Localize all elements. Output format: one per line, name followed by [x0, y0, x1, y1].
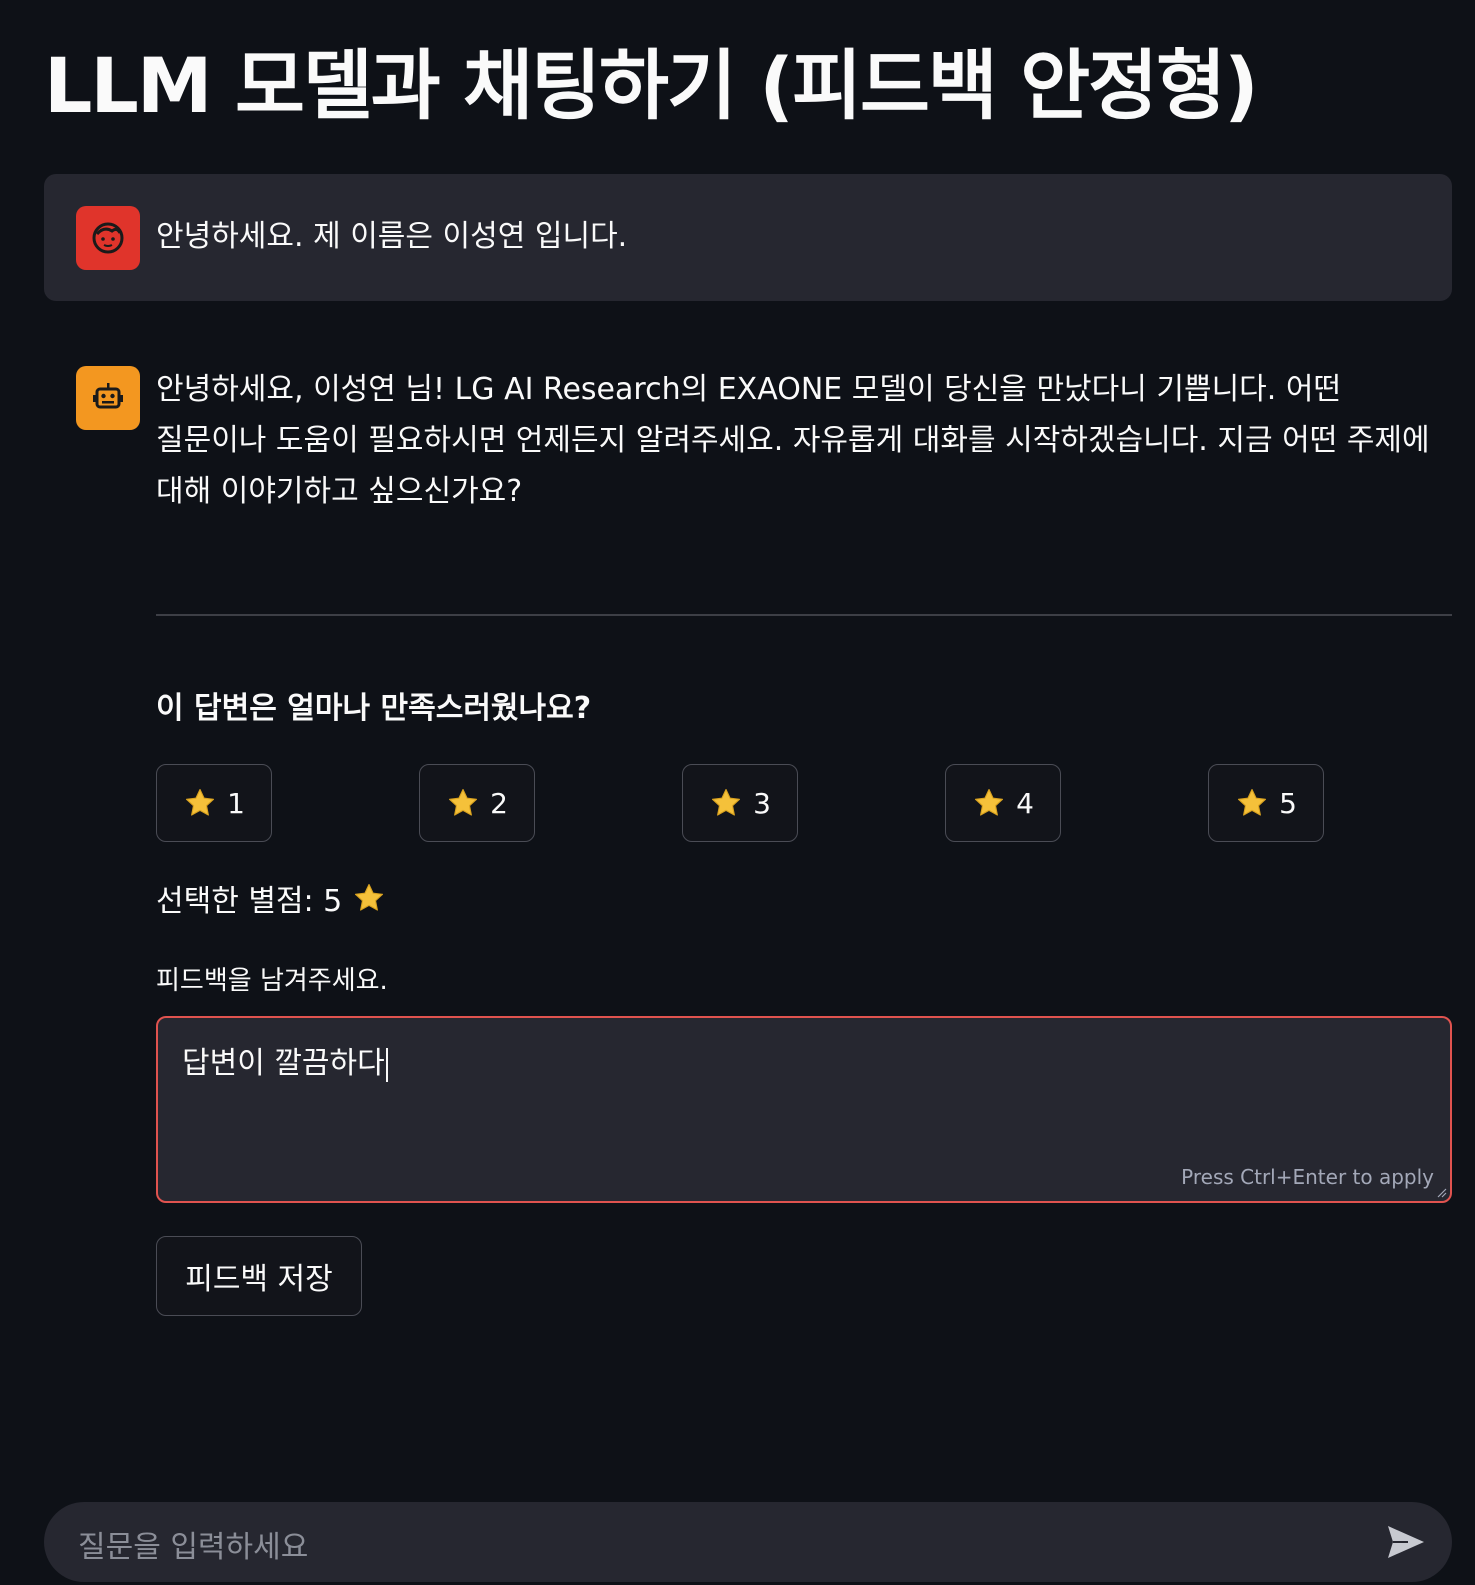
feedback-textarea-value: 답변이 깔끔하다: [182, 1038, 388, 1082]
chat-input-placeholder: 질문을 입력하세요: [78, 1530, 309, 1565]
assistant-avatar: [76, 366, 140, 430]
rating-button-2[interactable]: 2: [419, 764, 535, 842]
rating-button-label: 3: [753, 786, 771, 820]
app-page: LLM 모델과 채팅하기 (피드백 안정형) 안녕하세요. 제 이름은 이성연 …: [0, 0, 1475, 1585]
face-icon: [92, 222, 124, 254]
rating-button-label: 5: [1279, 786, 1297, 820]
rating-question: 이 답변은 얼마나 만족스러웠나요?: [156, 691, 592, 726]
selected-rating-text: 선택한 별점: 5: [156, 884, 343, 919]
user-chat-message: 안녕하세요. 제 이름은 이성연 입니다.: [44, 174, 1452, 301]
page-title: LLM 모델과 채팅하기 (피드백 안정형): [44, 41, 1259, 130]
rating-button-3[interactable]: 3: [682, 764, 798, 842]
rating-button-1[interactable]: 1: [156, 764, 272, 842]
divider: [156, 614, 1452, 616]
star-icon: [712, 788, 741, 816]
textarea-hint: Press Ctrl+Enter to apply: [1181, 1165, 1434, 1189]
rating-button-4[interactable]: 4: [945, 764, 1061, 842]
selected-rating: 선택한 별점: 5: [156, 876, 386, 920]
rating-button-5[interactable]: 5: [1208, 764, 1324, 842]
robot-icon: [93, 383, 123, 409]
rating-button-label: 4: [1016, 786, 1034, 820]
star-icon: [449, 788, 478, 816]
star-icon: [1238, 788, 1267, 816]
text-caret: [385, 1047, 388, 1082]
user-avatar: [76, 206, 140, 270]
rating-button-label: 1: [227, 786, 245, 820]
feedback-label: 피드백을 남겨주세요.: [156, 966, 388, 996]
feedback-textarea[interactable]: 답변이 깔끔하다 Press Ctrl+Enter to apply: [156, 1016, 1452, 1203]
star-icon: [355, 883, 384, 911]
send-icon[interactable]: [1386, 1523, 1426, 1561]
user-message-text: 안녕하세요. 제 이름은 이성연 입니다.: [156, 219, 628, 254]
rating-button-label: 2: [490, 786, 508, 820]
assistant-message-text: 안녕하세요, 이성연 님! LG AI Research의 EXAONE 모델이…: [156, 372, 1430, 509]
resize-handle-icon[interactable]: [1437, 1188, 1447, 1198]
star-icon: [186, 788, 215, 816]
save-feedback-button[interactable]: 피드백 저장: [156, 1236, 362, 1316]
chat-input[interactable]: 질문을 입력하세요: [44, 1502, 1452, 1582]
star-icon: [975, 788, 1004, 816]
